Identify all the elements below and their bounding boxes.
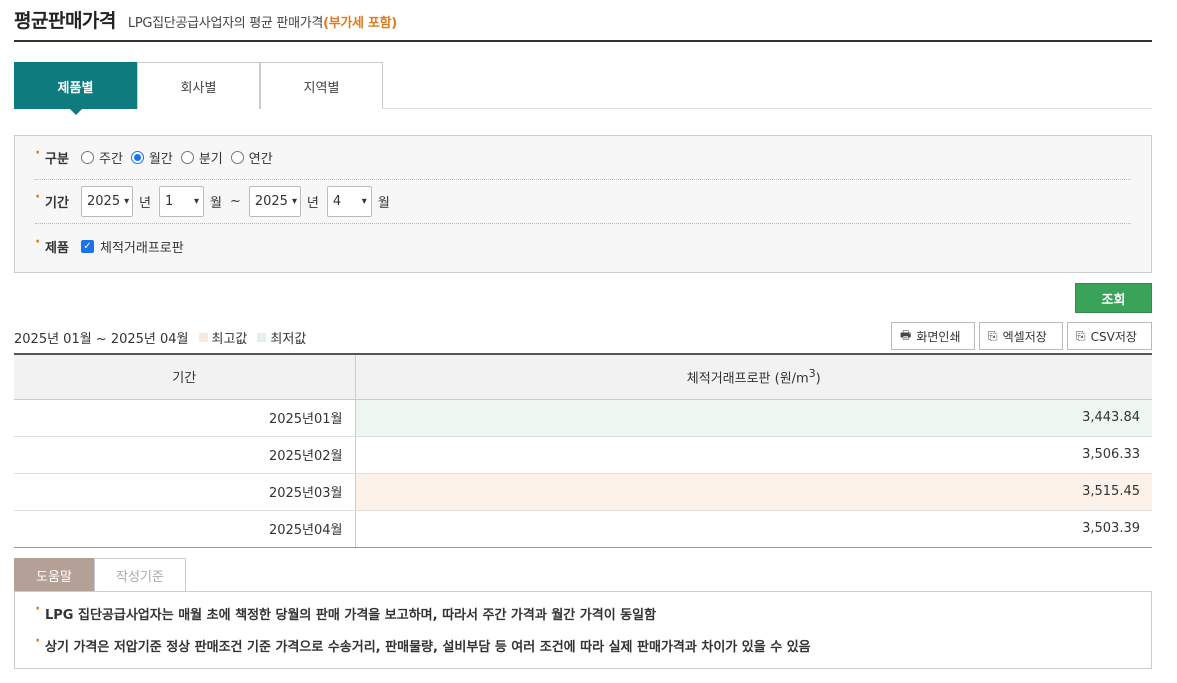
table-header-row: 기간 체적거래프로판 (원/m3) xyxy=(14,354,1152,400)
to-year-select[interactable]: 2025 ▾ xyxy=(248,186,301,217)
table-row: 2025년01월 3,443.84 xyxy=(14,399,1152,437)
price-cell: 3,503.39 xyxy=(355,510,1152,548)
column-header-product-text: 체적거래프로판 (원/m xyxy=(686,371,809,387)
radio-monthly-indicator[interactable] xyxy=(130,151,144,164)
min-legend-label: 최저값 xyxy=(270,332,307,347)
print-button[interactable]: 🖶 화면인쇄 xyxy=(891,322,975,350)
month-unit-label: 월 xyxy=(377,196,390,211)
radio-yearly-label: 연간 xyxy=(248,152,273,167)
to-month-select[interactable]: 4 ▾ xyxy=(326,186,372,217)
filter-type-label: 구분 xyxy=(35,145,81,167)
from-year-select[interactable]: 2025 ▾ xyxy=(81,186,133,217)
filter-type-row: 구분 주간 월간 분기 연간 xyxy=(35,136,1131,180)
to-year-value: 2025 xyxy=(254,194,288,209)
file-export-icon: ⎘ xyxy=(1076,328,1086,343)
print-button-label: 화면인쇄 xyxy=(916,329,961,344)
from-year-value: 2025 xyxy=(87,194,121,209)
chevron-down-icon: ▾ xyxy=(193,196,199,207)
filter-panel: 구분 주간 월간 분기 연간 기간 2025▾ 년 1▾ 월 ~ 2025▾ 년… xyxy=(14,135,1152,273)
excel-save-button[interactable]: ⎘ 엑셀저장 xyxy=(979,322,1063,350)
from-month-value: 1 xyxy=(164,194,174,209)
range-tilde: ~ xyxy=(229,194,241,209)
unit-superscript: 3 xyxy=(808,367,816,381)
tab-by-region[interactable]: 지역별 xyxy=(260,62,383,109)
period-cell: 2025년04월 xyxy=(14,510,356,548)
column-header-product-end: ) xyxy=(815,371,821,387)
year-unit-label: 년 xyxy=(306,196,319,211)
tab-by-company[interactable]: 회사별 xyxy=(137,62,260,109)
page-subtitle-text: LPG집단공급사업자의 평균 판매가격 xyxy=(127,16,324,31)
filter-product-row: 제품 ✓ 체적거래프로판 xyxy=(35,224,1131,268)
category-tabs: 제품별 회사별 지역별 xyxy=(14,62,1152,115)
min-legend-swatch xyxy=(257,333,267,342)
tab-criteria[interactable]: 작성기준 xyxy=(94,558,186,592)
table-row: 2025년02월 3,506.33 xyxy=(14,436,1152,474)
chevron-down-icon: ▾ xyxy=(124,196,130,207)
filter-period-label: 기간 xyxy=(35,189,81,211)
price-cell: 3,443.84 xyxy=(355,399,1152,437)
csv-save-label: CSV저장 xyxy=(1090,329,1137,344)
max-legend-swatch xyxy=(198,333,208,342)
price-table: 기간 체적거래프로판 (원/m3) 2025년01월 3,443.84 2025… xyxy=(14,353,1152,548)
to-month-value: 4 xyxy=(332,194,342,209)
period-cell: 2025년01월 xyxy=(14,399,356,437)
vat-included-note: (부가세 포함) xyxy=(323,16,397,31)
excel-save-label: 엑셀저장 xyxy=(1002,329,1047,344)
month-unit-label: 월 xyxy=(209,196,222,211)
page-header: 평균판매가격 LPG집단공급사업자의 평균 판매가격(부가세 포함) xyxy=(14,0,1152,42)
radio-quarterly-indicator[interactable] xyxy=(180,151,194,164)
printer-icon: 🖶 xyxy=(900,327,912,342)
radio-yearly[interactable]: 연간 xyxy=(230,148,273,167)
radio-monthly-label: 월간 xyxy=(148,152,173,167)
radio-quarterly[interactable]: 분기 xyxy=(180,148,223,167)
product-checkbox[interactable]: ✓ 체적거래프로판 xyxy=(81,237,184,256)
help-panel: LPG 집단공급사업자는 매월 초에 책정한 당월의 판매 가격을 보고하며, … xyxy=(14,591,1152,669)
page-subtitle: LPG집단공급사업자의 평균 판매가격(부가세 포함) xyxy=(128,12,397,31)
price-cell: 3,515.45 xyxy=(355,473,1152,511)
chevron-down-icon: ▾ xyxy=(291,196,297,207)
radio-weekly[interactable]: 주간 xyxy=(81,148,123,167)
csv-save-button[interactable]: ⎘ CSV저장 xyxy=(1067,322,1152,350)
file-export-icon: ⎘ xyxy=(988,328,998,343)
from-month-select[interactable]: 1 ▾ xyxy=(158,186,204,217)
max-legend-label: 최고값 xyxy=(211,332,248,347)
search-button[interactable]: 조회 xyxy=(1075,283,1152,313)
help-note: 상기 가격은 저압기준 정상 판매조건 기준 가격으로 수송거리, 판매물량, … xyxy=(35,633,1151,668)
page: 평균판매가격 LPG집단공급사업자의 평균 판매가격(부가세 포함) 제품별 회… xyxy=(14,0,1152,669)
radio-weekly-indicator[interactable] xyxy=(81,151,94,164)
table-row: 2025년04월 3,503.39 xyxy=(14,510,1152,548)
radio-weekly-label: 주간 xyxy=(99,152,123,167)
result-range: 2025년 01월 ~ 2025년 04월 xyxy=(14,332,189,347)
radio-quarterly-label: 분기 xyxy=(198,152,223,167)
help-note: LPG 집단공급사업자는 매월 초에 책정한 당월의 판매 가격을 보고하며, … xyxy=(35,601,1151,636)
year-unit-label: 년 xyxy=(139,196,151,211)
checkmark-icon[interactable]: ✓ xyxy=(81,239,94,253)
chevron-down-icon: ▾ xyxy=(361,196,367,207)
result-info: 2025년 01월 ~ 2025년 04월 최고값 최저값 xyxy=(14,328,306,347)
tab-by-product[interactable]: 제품별 xyxy=(14,62,137,115)
column-header-period: 기간 xyxy=(14,354,356,400)
price-cell: 3,506.33 xyxy=(355,436,1152,474)
period-cell: 2025년03월 xyxy=(14,473,356,511)
product-checkbox-label: 체적거래프로판 xyxy=(100,240,184,256)
tab-help[interactable]: 도움말 xyxy=(14,558,94,592)
radio-yearly-indicator[interactable] xyxy=(230,151,244,164)
column-header-product: 체적거래프로판 (원/m3) xyxy=(355,354,1152,400)
period-cell: 2025년02월 xyxy=(14,436,356,474)
filter-product-label: 제품 xyxy=(35,234,81,256)
filter-period-row: 기간 2025▾ 년 1▾ 월 ~ 2025▾ 년 4▾ 월 xyxy=(35,180,1131,224)
radio-monthly[interactable]: 월간 xyxy=(130,148,173,167)
page-title: 평균판매가격 xyxy=(14,10,116,32)
table-row: 2025년03월 3,515.45 xyxy=(14,473,1152,511)
